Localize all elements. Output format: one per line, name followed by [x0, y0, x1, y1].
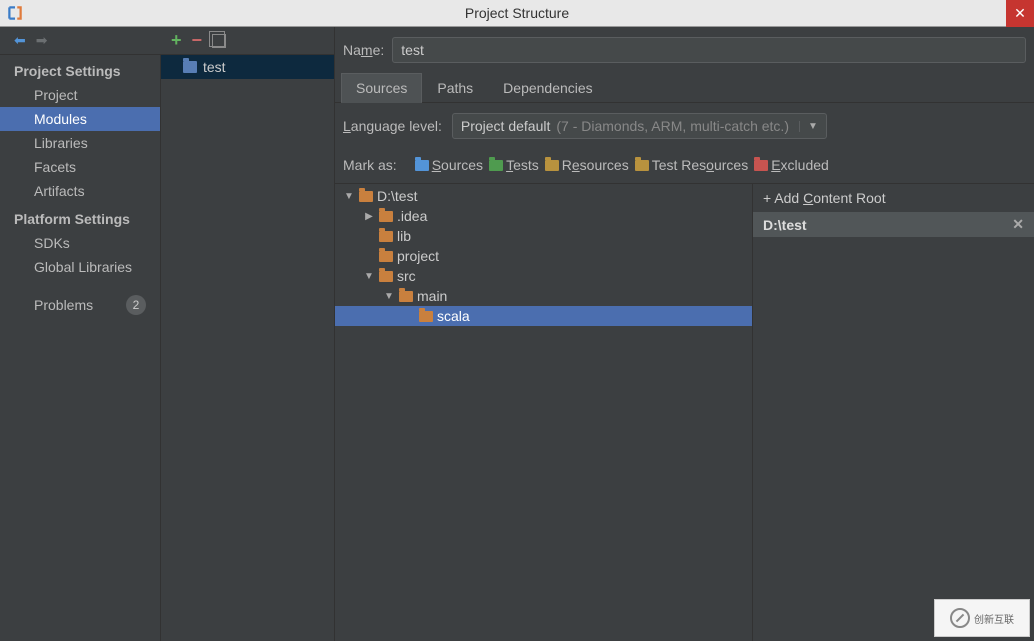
- tabs: Sources Paths Dependencies: [335, 73, 1034, 103]
- add-module-button[interactable]: +: [171, 30, 182, 51]
- modules-toolbar: + −: [161, 27, 334, 55]
- name-label: Name:: [343, 42, 384, 58]
- tree-item-src[interactable]: ▼src: [335, 266, 752, 286]
- add-content-root-button[interactable]: + Add Content Root: [753, 184, 1034, 212]
- tree-item-lib[interactable]: lib: [335, 226, 752, 246]
- folder-icon: [399, 291, 413, 302]
- nav-modules[interactable]: Modules: [0, 107, 160, 131]
- nav-facets[interactable]: Facets: [0, 155, 160, 179]
- module-item-test[interactable]: test: [161, 55, 334, 79]
- close-button[interactable]: ✕: [1006, 0, 1034, 27]
- forward-button[interactable]: ➡: [36, 32, 48, 49]
- folder-icon: [379, 231, 393, 242]
- window-title: Project Structure: [465, 5, 569, 21]
- language-level-value: Project default: [461, 118, 551, 134]
- logo-icon: [950, 608, 970, 628]
- folder-icon: [379, 251, 393, 262]
- nav-global-libraries[interactable]: Global Libraries: [0, 255, 160, 279]
- modules-column: + − test: [161, 27, 335, 641]
- mark-as-row: Mark as: Sources Tests Resources Test Re…: [335, 149, 1034, 183]
- section-project-settings: Project Settings: [0, 59, 160, 83]
- folder-icon: [545, 160, 559, 171]
- tree-item-main[interactable]: ▼main: [335, 286, 752, 306]
- chevron-right-icon: ▶: [363, 211, 375, 222]
- nav-problems[interactable]: Problems 2: [0, 291, 160, 319]
- module-label: test: [203, 59, 226, 75]
- section-platform-settings: Platform Settings: [0, 207, 160, 231]
- folder-icon: [754, 160, 768, 171]
- problems-count-badge: 2: [126, 295, 146, 315]
- copy-module-button[interactable]: [212, 34, 226, 48]
- source-tree: ▼D:\test ▶.idea lib project ▼src ▼main s…: [335, 183, 753, 641]
- app-icon: [6, 4, 24, 22]
- mark-tests[interactable]: Tests: [489, 157, 539, 173]
- nav-libraries[interactable]: Libraries: [0, 131, 160, 155]
- title-bar: Project Structure ✕: [0, 0, 1034, 27]
- language-level-hint: (7 - Diamonds, ARM, multi-catch etc.): [556, 118, 789, 134]
- folder-icon: [415, 160, 429, 171]
- tree-root[interactable]: ▼D:\test: [335, 186, 752, 206]
- mark-resources[interactable]: Resources: [545, 157, 629, 173]
- folder-icon: [635, 160, 649, 171]
- language-level-label: Language level:: [343, 118, 442, 134]
- chevron-down-icon: ▼: [383, 291, 395, 302]
- chevron-down-icon: ▼: [363, 271, 375, 282]
- tree-item-project[interactable]: project: [335, 246, 752, 266]
- back-button[interactable]: ⬅: [14, 32, 26, 49]
- content-roots-pane: + Add Content Root D:\test ✕: [753, 183, 1034, 641]
- folder-icon: [489, 160, 503, 171]
- mark-as-label: Mark as:: [343, 157, 397, 173]
- chevron-down-icon: ▼: [799, 121, 818, 132]
- language-level-select[interactable]: Project default (7 - Diamonds, ARM, mult…: [452, 113, 827, 139]
- content-root-entry[interactable]: D:\test ✕: [753, 212, 1034, 237]
- mark-excluded[interactable]: Excluded: [754, 157, 829, 173]
- folder-icon: [359, 191, 373, 202]
- mark-sources[interactable]: Sources: [415, 157, 483, 173]
- remove-module-button[interactable]: −: [192, 30, 203, 51]
- folder-icon: [379, 271, 393, 282]
- nav-artifacts[interactable]: Artifacts: [0, 179, 160, 203]
- tab-paths[interactable]: Paths: [422, 73, 488, 102]
- tab-sources[interactable]: Sources: [341, 73, 422, 103]
- remove-root-icon[interactable]: ✕: [1012, 216, 1024, 233]
- problems-label: Problems: [34, 297, 93, 313]
- folder-icon: [419, 311, 433, 322]
- nav-project[interactable]: Project: [0, 83, 160, 107]
- tree-item-idea[interactable]: ▶.idea: [335, 206, 752, 226]
- left-nav: Project Settings Project Modules Librari…: [0, 55, 161, 641]
- mark-test-resources[interactable]: Test Resources: [635, 157, 749, 173]
- module-editor: Name: Sources Paths Dependencies Languag…: [335, 27, 1034, 641]
- content-root-path: D:\test: [763, 217, 807, 233]
- tab-dependencies[interactable]: Dependencies: [488, 73, 608, 102]
- name-input[interactable]: [392, 37, 1026, 63]
- module-icon: [183, 61, 197, 73]
- folder-icon: [379, 211, 393, 222]
- nav-sdks[interactable]: SDKs: [0, 231, 160, 255]
- nav-history: ⬅ ➡: [0, 27, 161, 55]
- tree-item-scala[interactable]: scala: [335, 306, 752, 326]
- chevron-down-icon: ▼: [343, 191, 355, 202]
- watermark: 创新互联: [934, 599, 1030, 637]
